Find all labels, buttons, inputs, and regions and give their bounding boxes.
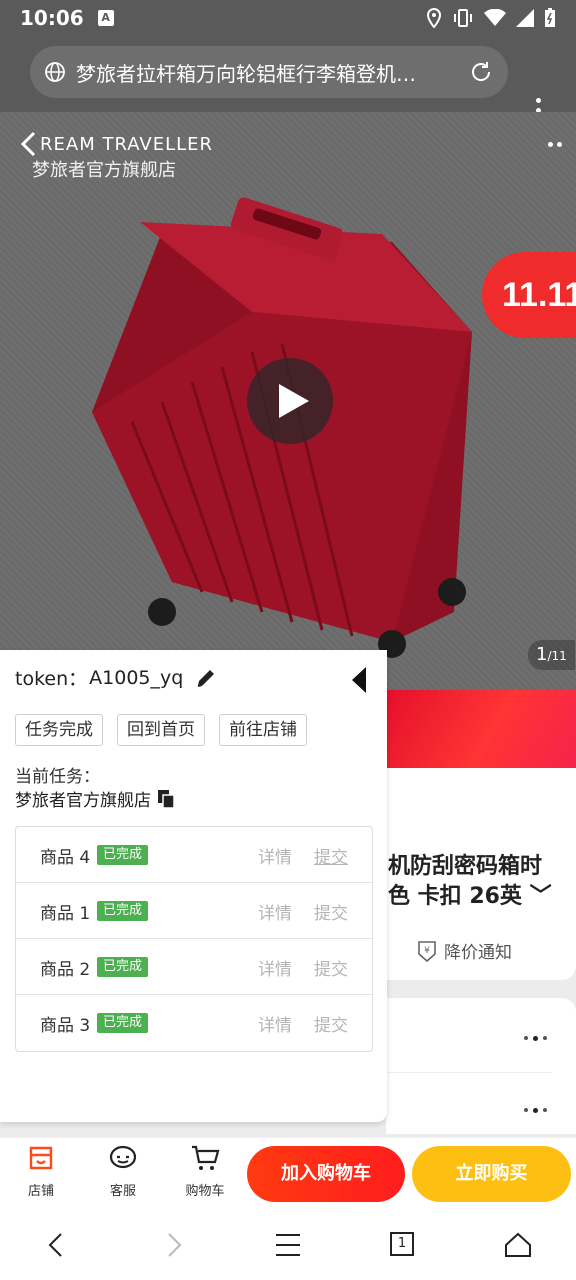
collapse-panel-icon[interactable]	[350, 666, 368, 694]
forward-icon[interactable]	[162, 1232, 186, 1258]
play-video-button[interactable]	[247, 358, 333, 444]
detail-link[interactable]: 详情	[258, 1011, 292, 1036]
tabs-button[interactable]: 1	[390, 1232, 414, 1256]
status-badge: 已完成	[97, 845, 149, 865]
browser-toolbar: 梦旅者拉杆箱万向轮铝框行李箱登机…	[0, 36, 576, 122]
store-icon	[29, 1146, 53, 1170]
service-label: 客服	[109, 1184, 136, 1199]
status-badge: 已完成	[97, 957, 149, 977]
copy-icon[interactable]	[157, 789, 175, 809]
back-icon[interactable]	[44, 1232, 68, 1258]
token-row: token： A1005_yq	[15, 664, 217, 691]
image-page-indicator: 1/11	[528, 640, 575, 670]
task-row: 商品 2 已完成 详情 提交	[16, 939, 372, 995]
detail-link[interactable]: 详情	[258, 955, 292, 980]
price-alert-label: 降价通知	[444, 943, 512, 963]
product-image-carousel[interactable]: REAM TRAVELLER 梦旅者官方旗舰店 11.11 1/11	[0, 112, 576, 690]
store-nav-item[interactable]: 店铺	[11, 1144, 71, 1199]
product-options-card	[386, 998, 576, 1134]
purchase-bar: 店铺 客服 购物车 加入购物车 立即购买	[0, 1137, 576, 1208]
location-icon	[426, 8, 442, 28]
double-eleven-badge: 11.11	[482, 252, 576, 338]
vibrate-icon	[454, 9, 472, 27]
cart-label: 购物车	[185, 1184, 225, 1199]
expand-title-icon[interactable]: ﹀	[522, 884, 552, 909]
wifi-icon	[484, 9, 506, 26]
reload-icon[interactable]	[468, 59, 494, 85]
price-drop-icon: ¥	[418, 940, 436, 962]
notification-a-icon: A	[97, 10, 114, 26]
submit-link[interactable]: 提交	[314, 955, 348, 980]
browser-bottom-nav: 1	[0, 1208, 576, 1280]
more-options-icon[interactable]	[548, 142, 562, 147]
chat-icon	[109, 1145, 137, 1169]
customer-service-nav-item[interactable]: 客服	[93, 1144, 153, 1199]
status-bar: 10:06 A	[0, 0, 576, 36]
back-arrow-icon[interactable]	[18, 130, 40, 158]
clock: 10:06	[20, 6, 84, 30]
current-task-label: 当前任务：	[15, 767, 100, 787]
token-label: token：	[15, 668, 88, 690]
address-bar[interactable]: 梦旅者拉杆箱万向轮铝框行李箱登机…	[30, 46, 508, 98]
current-task-name: 梦旅者官方旗舰店	[15, 786, 175, 811]
globe-icon	[45, 62, 65, 82]
action-buttons: 任务完成 回到首页 前往店铺	[15, 714, 307, 746]
task-row: 商品 1 已完成 详情 提交	[16, 883, 372, 939]
task-list: 商品 4 已完成 详情 提交 商品 1 已完成 详情 提交 商品 2 已完成 详…	[15, 826, 373, 1052]
submit-link[interactable]: 提交	[314, 843, 348, 868]
option-more-icon[interactable]	[524, 1108, 547, 1113]
task-item-name: 商品 3	[40, 1016, 91, 1036]
battery-icon	[545, 8, 555, 27]
buy-now-button[interactable]: 立即购买	[412, 1146, 571, 1202]
detail-link[interactable]: 详情	[258, 899, 292, 924]
status-badge: 已完成	[97, 1013, 149, 1033]
go-to-store-button[interactable]: 前往店铺	[219, 714, 307, 746]
play-icon	[279, 384, 309, 418]
task-complete-button[interactable]: 任务完成	[15, 714, 103, 746]
back-home-button[interactable]: 回到首页	[117, 714, 205, 746]
url-text: 梦旅者拉杆箱万向轮铝框行李箱登机…	[76, 61, 416, 86]
menu-icon[interactable]	[274, 1232, 302, 1258]
task-item-name: 商品 4	[40, 848, 91, 868]
edit-pencil-icon[interactable]	[195, 667, 217, 689]
task-row: 商品 3 已完成 详情 提交	[16, 995, 372, 1051]
detail-link[interactable]: 详情	[258, 843, 292, 868]
cart-icon	[192, 1145, 220, 1170]
add-to-cart-button[interactable]: 加入购物车	[247, 1146, 405, 1202]
svg-text:¥: ¥	[424, 946, 430, 956]
product-title: 机防刮密码箱时 色 卡扣 26英 ﹀	[388, 854, 552, 909]
brand-name-en: REAM TRAVELLER	[40, 134, 214, 155]
brand-name-cn: 梦旅者官方旗舰店	[32, 160, 176, 181]
home-icon[interactable]	[504, 1232, 532, 1258]
task-item-name: 商品 2	[40, 960, 91, 980]
store-label: 店铺	[27, 1184, 54, 1199]
task-item-name: 商品 1	[40, 904, 91, 924]
promo-banner	[386, 690, 576, 768]
submit-link[interactable]: 提交	[314, 1011, 348, 1036]
price-alert-button[interactable]: ¥ 降价通知	[416, 938, 512, 963]
signal-icon	[516, 9, 534, 27]
status-badge: 已完成	[97, 901, 149, 921]
token-value: A1005_yq	[89, 666, 184, 689]
task-panel: token： A1005_yq 任务完成 回到首页 前往店铺 当前任务： 梦旅者…	[0, 650, 387, 1122]
option-more-icon[interactable]	[524, 1036, 547, 1041]
submit-link[interactable]: 提交	[314, 899, 348, 924]
cart-nav-item[interactable]: 购物车	[175, 1144, 235, 1199]
task-row: 商品 4 已完成 详情 提交	[16, 827, 372, 883]
